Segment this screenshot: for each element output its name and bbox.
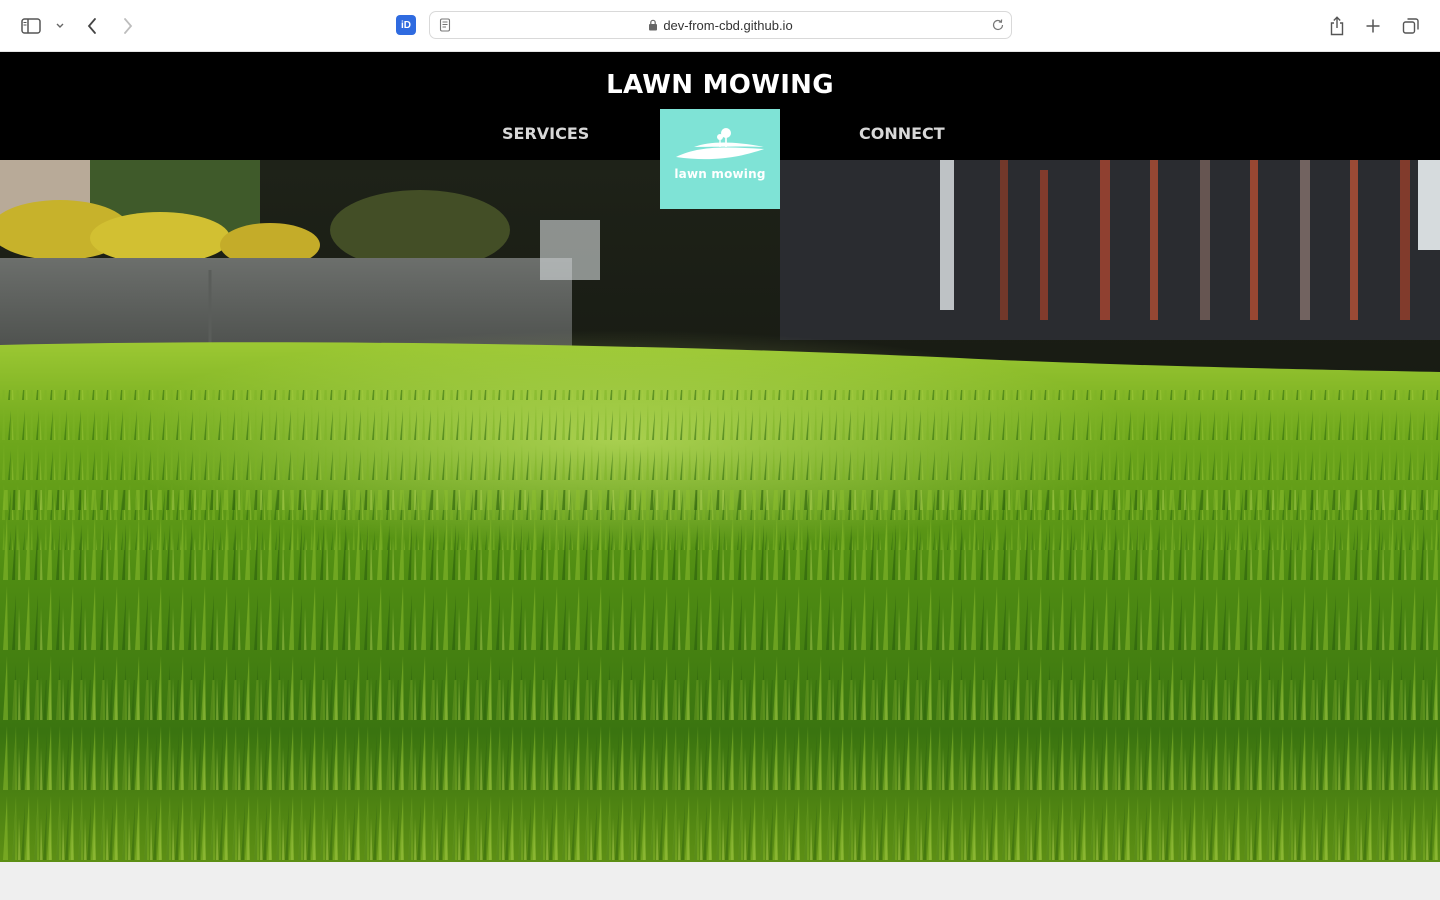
- hero-section: [0, 160, 1440, 862]
- grass-lawn-photo: [0, 160, 1440, 862]
- new-tab-icon[interactable]: [1362, 12, 1384, 40]
- nav-services-link[interactable]: SERVICES: [502, 124, 589, 143]
- lawn-logo-icon: [676, 128, 764, 160]
- reload-icon[interactable]: [991, 18, 1005, 32]
- site-logo[interactable]: lawn mowing: [660, 109, 780, 209]
- lock-icon: [649, 19, 658, 31]
- site-title: LAWN MOWING: [606, 70, 834, 100]
- browser-toolbar: iD dev-from-cbd.github.io: [0, 0, 1440, 52]
- url-label: dev-from-cbd.github.io: [663, 18, 793, 33]
- tabs-overview-icon[interactable]: [1400, 12, 1422, 40]
- address-bar[interactable]: dev-from-cbd.github.io: [429, 11, 1012, 39]
- extension-icon[interactable]: iD: [396, 15, 416, 35]
- sidebar-icon[interactable]: [18, 12, 44, 40]
- nav-connect-link[interactable]: CONNECT: [859, 124, 945, 143]
- url-text[interactable]: dev-from-cbd.github.io: [430, 18, 1011, 33]
- logo-text: lawn mowing: [674, 167, 766, 181]
- share-icon[interactable]: [1326, 12, 1348, 40]
- page-footer-area: [0, 862, 1440, 900]
- chevron-down-icon[interactable]: [52, 12, 68, 40]
- forward-icon[interactable]: [116, 12, 140, 40]
- back-icon[interactable]: [80, 12, 104, 40]
